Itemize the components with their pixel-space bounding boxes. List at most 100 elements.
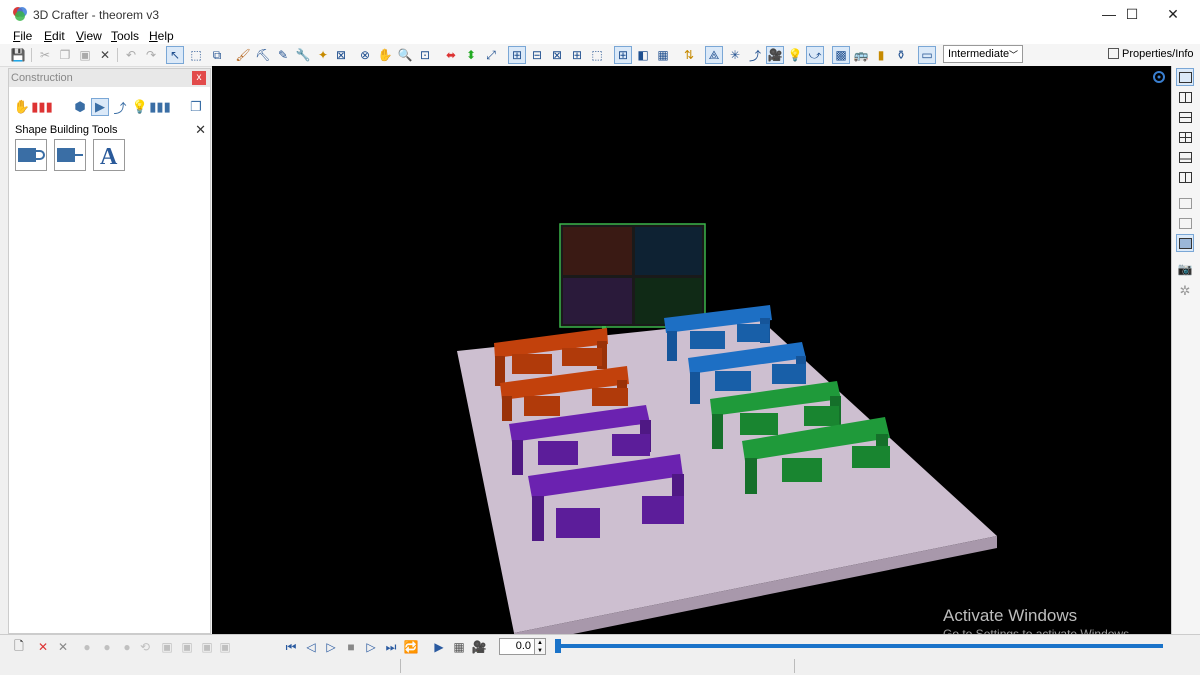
move-z-icon[interactable]: ⤢ [482,46,500,64]
save-icon[interactable]: 💾 [9,46,27,64]
panel-close-button[interactable]: x [192,71,206,85]
copy-icon[interactable]: ❐ [56,46,74,64]
eyedropper-icon[interactable]: ✎ [274,46,292,64]
layout-single-icon[interactable] [1176,68,1194,86]
view-side-icon[interactable]: ⊟ [528,46,546,64]
group-tool-icon[interactable]: ▮▮▮ [31,98,52,116]
menu-view[interactable]: View [76,29,102,43]
maximize-button[interactable]: ☐ [1109,0,1155,28]
lathe-tool-icon[interactable]: ⤴ [111,98,129,116]
go-to-start-icon[interactable]: ⏮ [282,638,300,656]
crop-icon[interactable]: ⊠ [332,46,350,64]
panel-blank-icon[interactable] [1176,194,1194,212]
3d-viewport[interactable] [212,66,1171,634]
magic-wand-icon[interactable]: ✦ [314,46,332,64]
transform-icon[interactable]: ⟁ [705,46,723,64]
window-frame-icon[interactable]: ▭ [918,46,936,64]
move-x-icon[interactable]: ⬌ [442,46,460,64]
path-icon[interactable]: ⤴ [746,46,764,64]
shape-build-tool-icon[interactable]: ▶ [91,98,109,116]
panel-image-icon[interactable] [1176,214,1194,232]
layout-vsplit-icon[interactable] [1176,88,1194,106]
hand-pan-icon[interactable]: ✋ [376,46,394,64]
undo-icon[interactable]: ↶ [122,46,140,64]
figure-icon[interactable]: ✲ [1176,282,1194,300]
curve-icon[interactable]: ⤻ [806,46,824,64]
link-icon[interactable]: ⇅ [680,46,698,64]
key-dot-icon[interactable]: ● [78,638,96,656]
render-texture-icon[interactable]: ▦ [654,46,672,64]
bulb-tool-icon[interactable]: 💡 [131,98,149,116]
key-loop-icon[interactable]: ⟲ [136,638,154,656]
cylinder-icon[interactable]: ▮ [872,46,890,64]
hand-tool-icon[interactable]: ✋ [13,98,31,116]
new-keyframe-icon[interactable]: 🗋 [10,638,28,656]
skill-level-select[interactable]: Intermediate ﹀ [943,45,1023,63]
menu-edit[interactable]: Edit [44,29,65,43]
menu-file[interactable]: File [13,29,32,43]
light-bulb-icon[interactable]: 💡 [786,46,804,64]
zoom-fit-icon[interactable]: ⊡ [416,46,434,64]
loop-icon[interactable]: 🔁 [402,638,420,656]
select-region-icon[interactable]: ⧉ [208,46,226,64]
delete-all-keyframes-icon[interactable]: ✕ [54,638,72,656]
select-pointer-icon[interactable]: ↖ [166,46,184,64]
delete-keyframe-icon[interactable]: ✕ [34,638,52,656]
properties-info-button[interactable]: Properties/Info [1108,48,1194,60]
key-dot-icon[interactable]: ● [98,638,116,656]
key-dot-icon[interactable]: ● [118,638,136,656]
shape-extrude-button[interactable] [15,139,47,171]
play-reverse-icon[interactable]: ▷ [322,638,340,656]
array-tool-icon[interactable]: ▮▮▮ [149,98,170,116]
time-input[interactable]: 0.0 [499,638,535,655]
camera-icon[interactable]: 🎥 [766,46,784,64]
key-box-icon[interactable]: ▣ [198,638,216,656]
vehicle-icon[interactable]: 🚌 [852,46,870,64]
zoom-icon[interactable]: 🔍 [396,46,414,64]
movie-camera-icon[interactable]: 🎥 [470,638,488,656]
record-icon[interactable]: ▶ [430,638,448,656]
menu-help[interactable]: Help [149,29,174,43]
view-iso-icon[interactable]: ⊞ [568,46,586,64]
viewport-settings-icon[interactable] [1153,71,1165,83]
cut-icon[interactable]: ✂ [36,46,54,64]
move-y-icon[interactable]: ⬍ [462,46,480,64]
render-animation-icon[interactable]: ▦ [450,638,468,656]
window-tool-icon[interactable]: ❐ [187,98,205,116]
key-box-icon[interactable]: ▣ [158,638,176,656]
play-icon[interactable]: ▷ [362,638,380,656]
view-top-icon[interactable]: ⊠ [548,46,566,64]
render-solid-icon[interactable]: ◧ [634,46,652,64]
section-close-button[interactable]: ✕ [195,122,206,138]
snapshot-camera-icon[interactable]: 📷 [1176,260,1194,278]
layout-bottom-split-icon[interactable] [1176,148,1194,166]
timeline-thumb[interactable] [555,639,561,653]
paint-brush-icon[interactable]: 🖌 [234,46,252,64]
view-front-icon[interactable]: ⊞ [508,46,526,64]
close-window-button[interactable]: ✕ [1150,0,1196,28]
shape-text-button[interactable]: A [93,139,125,171]
bottle-icon[interactable]: ⚱ [892,46,910,64]
step-back-icon[interactable]: ◁ [302,638,320,656]
axis-icon[interactable]: ✳ [726,46,744,64]
wrench-icon[interactable]: 🔧 [294,46,312,64]
redo-icon[interactable]: ↷ [142,46,160,64]
timeline-slider[interactable] [555,639,1165,653]
menu-tools[interactable]: Tools [111,29,139,43]
delete-icon[interactable]: ✕ [96,46,114,64]
render-wire-icon[interactable]: ⊞ [614,46,632,64]
key-box-icon[interactable]: ▣ [178,638,196,656]
layout-three-pane-icon[interactable] [1176,168,1194,186]
grid-icon[interactable]: ▩ [832,46,850,64]
layout-hsplit-icon[interactable] [1176,108,1194,126]
shape-line-button[interactable] [54,139,86,171]
orbit-icon[interactable]: ⊗ [356,46,374,64]
layout-quad-icon[interactable] [1176,128,1194,146]
cube-tool-icon[interactable]: ⬢ [71,98,89,116]
select-box-icon[interactable]: ⬚ [187,46,205,64]
panel-layers-icon[interactable] [1176,234,1194,252]
paste-icon[interactable]: ▣ [76,46,94,64]
stop-icon[interactable]: ■ [342,638,360,656]
key-box-icon[interactable]: ▣ [216,638,234,656]
time-spinner[interactable]: ▲ ▼ [535,638,546,655]
